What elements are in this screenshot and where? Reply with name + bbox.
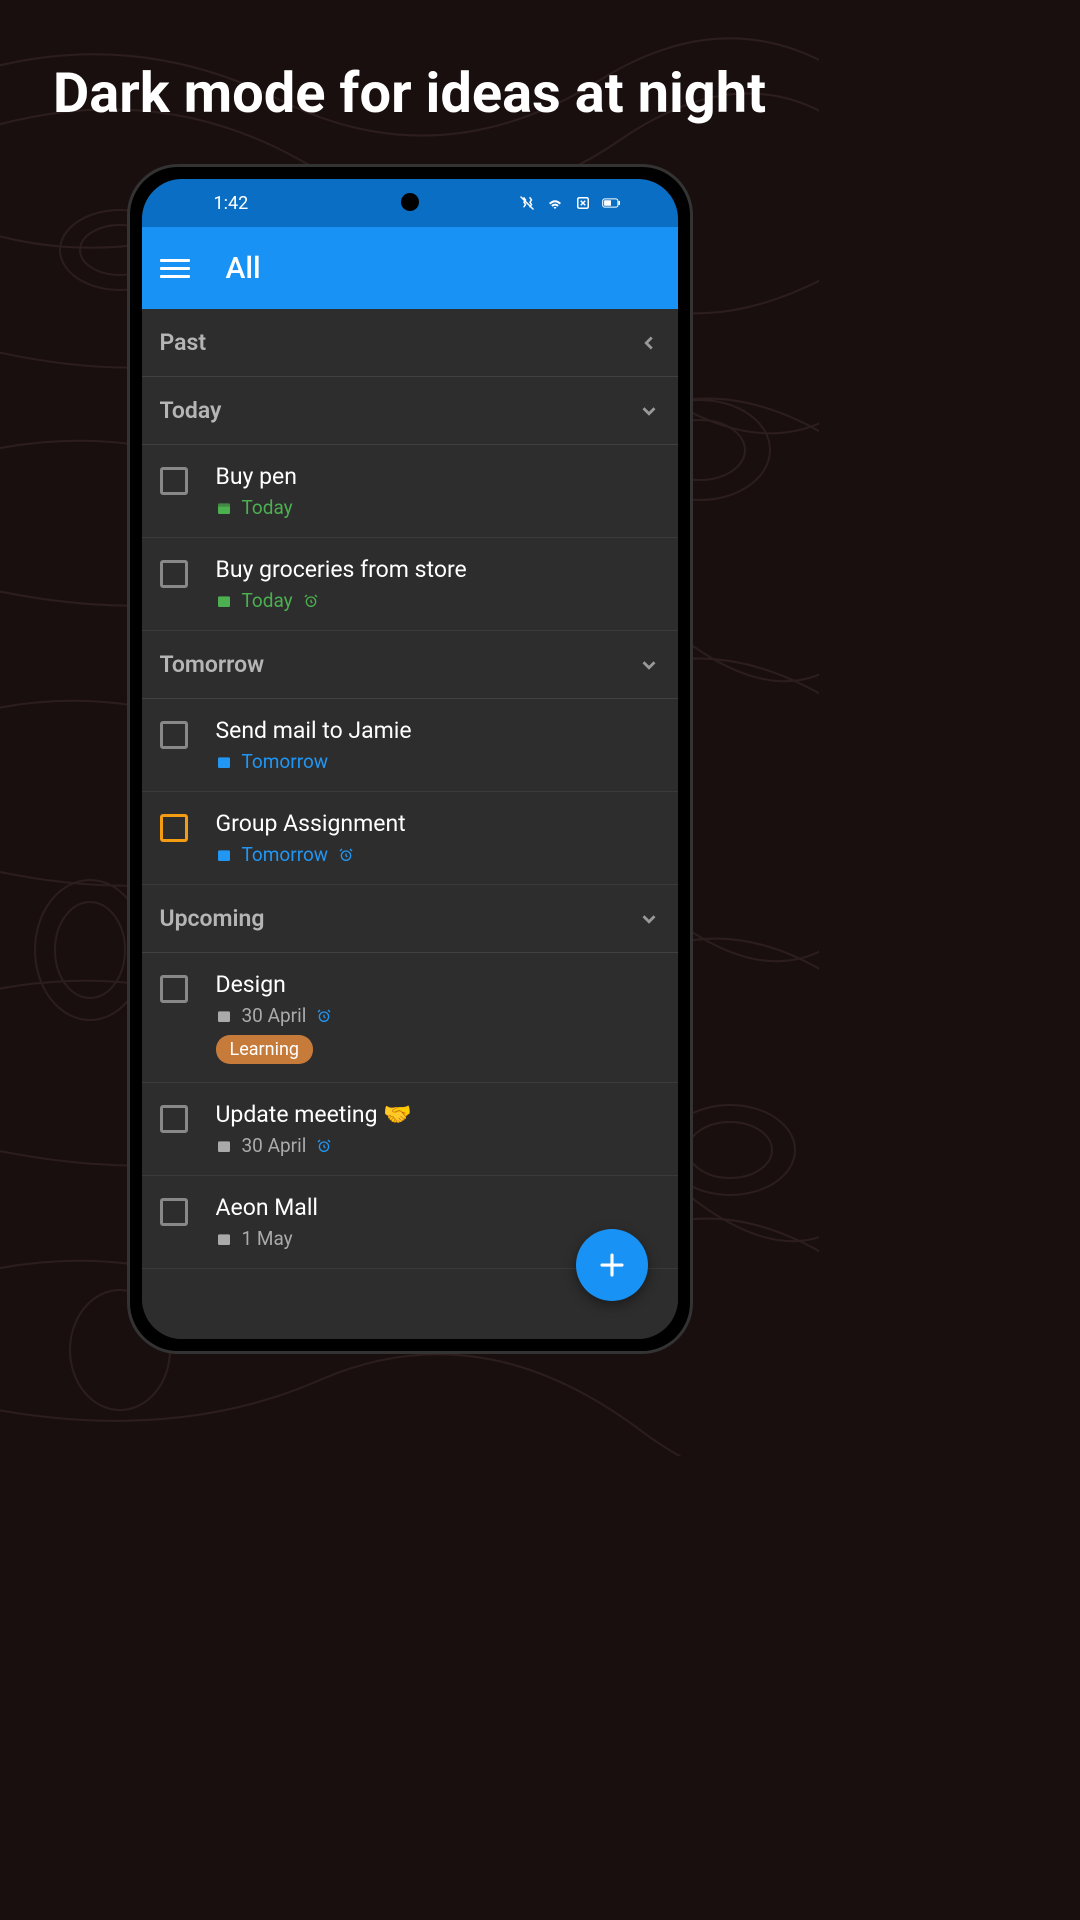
chevron-down-icon — [638, 654, 660, 676]
task-checkbox-priority[interactable] — [160, 814, 188, 842]
section-label: Upcoming — [160, 905, 265, 932]
battery-icon — [602, 194, 620, 212]
task-item[interactable]: Buy groceries from store Today — [142, 538, 678, 631]
calendar-icon — [216, 1008, 232, 1024]
promo-headline: Dark mode for ideas at night — [0, 0, 819, 167]
task-tag[interactable]: Learning — [216, 1035, 314, 1064]
task-title: Group Assignment — [216, 810, 660, 837]
task-list[interactable]: Past Today Buy pen Today — [142, 309, 678, 1339]
status-time: 1:42 — [214, 193, 249, 214]
vibrate-off-icon — [518, 194, 536, 212]
alarm-icon — [316, 1008, 332, 1024]
task-date: 30 April — [242, 1134, 307, 1157]
status-icons — [518, 194, 620, 212]
task-date: Today — [242, 589, 293, 612]
rotation-lock-icon — [574, 194, 592, 212]
section-label: Today — [160, 397, 222, 424]
section-today[interactable]: Today — [142, 377, 678, 445]
alarm-icon — [316, 1138, 332, 1154]
wifi-icon — [546, 194, 564, 212]
section-upcoming[interactable]: Upcoming — [142, 885, 678, 953]
section-label: Past — [160, 329, 207, 356]
task-meta: Today — [216, 496, 660, 519]
calendar-icon — [216, 500, 232, 516]
task-meta: Tomorrow — [216, 750, 660, 773]
task-date: 1 May — [242, 1227, 293, 1250]
calendar-icon — [216, 1138, 232, 1154]
plus-icon — [597, 1250, 627, 1280]
chevron-down-icon — [638, 908, 660, 930]
calendar-icon — [216, 847, 232, 863]
alarm-icon — [338, 847, 354, 863]
task-item[interactable]: Group Assignment Tomorrow — [142, 792, 678, 885]
alarm-icon — [303, 593, 319, 609]
task-title: Update meeting 🤝 — [216, 1101, 660, 1128]
task-date: Today — [242, 496, 293, 519]
calendar-icon — [216, 1231, 232, 1247]
app-title: All — [226, 251, 261, 286]
task-title: Buy groceries from store — [216, 556, 660, 583]
task-meta: Today — [216, 589, 660, 612]
calendar-icon — [216, 754, 232, 770]
section-tomorrow[interactable]: Tomorrow — [142, 631, 678, 699]
task-checkbox[interactable] — [160, 975, 188, 1003]
phone-screen: 1:42 All Past Today — [142, 179, 678, 1339]
menu-button[interactable] — [160, 253, 190, 283]
section-past[interactable]: Past — [142, 309, 678, 377]
add-task-button[interactable] — [576, 1229, 648, 1301]
task-title: Aeon Mall — [216, 1194, 660, 1221]
task-date: 30 April — [242, 1004, 307, 1027]
task-date: Tomorrow — [242, 750, 329, 773]
task-title: Send mail to Jamie — [216, 717, 660, 744]
task-meta: 30 April — [216, 1004, 660, 1027]
task-checkbox[interactable] — [160, 467, 188, 495]
task-item[interactable]: Buy pen Today — [142, 445, 678, 538]
calendar-icon — [216, 593, 232, 609]
task-item[interactable]: Update meeting 🤝 30 April — [142, 1083, 678, 1176]
section-label: Tomorrow — [160, 651, 265, 678]
chevron-left-icon — [638, 332, 660, 354]
task-date: Tomorrow — [242, 843, 329, 866]
task-item[interactable]: Send mail to Jamie Tomorrow — [142, 699, 678, 792]
task-title: Buy pen — [216, 463, 660, 490]
task-checkbox[interactable] — [160, 1105, 188, 1133]
task-checkbox[interactable] — [160, 721, 188, 749]
task-item[interactable]: Design 30 April Learning — [142, 953, 678, 1083]
task-meta: 30 April — [216, 1134, 660, 1157]
task-meta: Tomorrow — [216, 843, 660, 866]
phone-frame: 1:42 All Past Today — [130, 167, 690, 1351]
task-checkbox[interactable] — [160, 1198, 188, 1226]
app-bar: All — [142, 227, 678, 309]
chevron-down-icon — [638, 400, 660, 422]
camera-notch — [401, 193, 419, 211]
task-title: Design — [216, 971, 660, 998]
task-checkbox[interactable] — [160, 560, 188, 588]
